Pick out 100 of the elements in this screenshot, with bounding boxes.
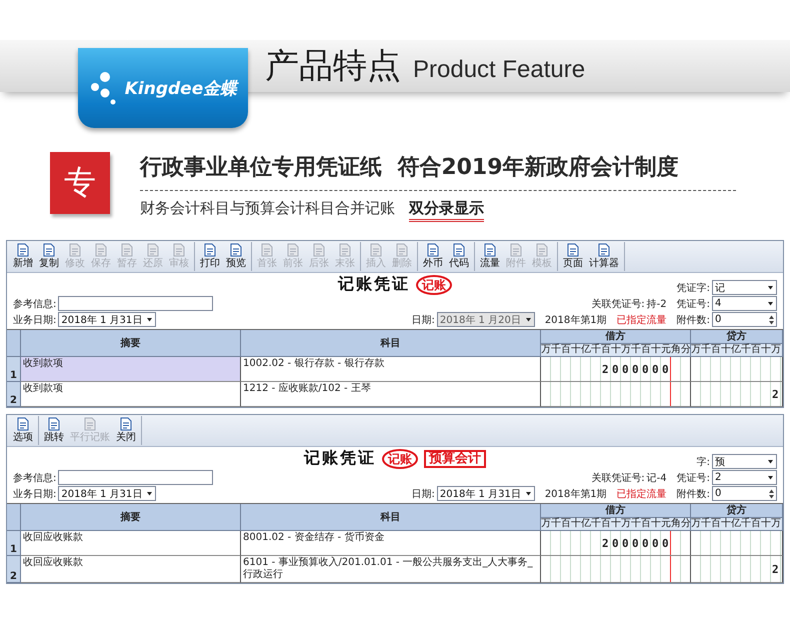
document-icon [339,243,351,257]
column-header: 万千百十亿千百十万千百十元角分 [541,344,691,357]
spin-field[interactable]: 0 [712,486,777,501]
amount-cell: 2 [691,556,783,583]
amount-cell: 2000000 [541,357,691,382]
period-label: 2018年第1期 [544,314,607,326]
document-icon [43,243,55,257]
highlight-text: 双分录显示 [409,199,484,222]
toolbar-button[interactable]: 新增 [10,242,36,271]
dropdown-field[interactable]: 2018年 1 月31日 [436,486,535,501]
dropdown-field[interactable]: 4 [712,296,777,311]
toolbar-button[interactable]: 复制 [36,242,62,271]
voucher-title: 记账凭证 [304,448,376,469]
field-label: 附件数: [676,488,710,500]
spin-field[interactable]: 0 [712,312,777,327]
toolbar-button[interactable]: 页面 [560,242,586,271]
toolbar-button[interactable]: 预览 [223,242,249,271]
logo-text: Kingdee金蝶 [124,78,238,100]
document-icon [95,243,107,257]
column-header: 科目 [241,330,541,357]
status-text: 已指定流量 [616,314,667,326]
spin-arrows-icon [768,488,775,500]
toolbar-button[interactable]: 代码 [446,242,472,271]
table-cell: 1212 - 应收账款/102 - 王琴 [241,382,541,407]
column-header: 摘要 [21,330,241,357]
column-header: 贷方 [691,330,783,344]
category-badge: 专 [50,152,110,214]
field-label: 凭证号: [676,298,710,310]
field-label: 附件数: [676,314,710,326]
toolbar-button[interactable]: 计算器 [586,242,622,271]
spin-arrows-icon [768,314,775,326]
status-text: 已指定流量 [616,488,667,500]
column-header: 万千百十亿千百十万千百十元角分 [541,518,691,531]
toolbar-button[interactable]: 流量 [477,242,503,271]
input-field[interactable] [58,470,214,485]
table-corner [7,504,21,531]
document-icon [453,243,465,257]
document-icon [173,243,185,257]
field-label: 日期: [412,314,435,326]
amount-cell: 2000000 [541,531,691,556]
document-icon [510,243,522,257]
dropdown-field[interactable]: 预 [712,454,777,469]
toolbar-button[interactable]: 关闭 [113,416,139,445]
column-header: 万千百十亿千百十万 [691,344,783,357]
dropdown-field[interactable]: 2018年 1 月31日 [58,486,156,501]
document-icon [84,417,96,431]
table-cell[interactable]: 收回应收账款 [21,556,241,583]
document-icon [17,243,29,257]
table-cell[interactable]: 收回应收账款 [21,531,241,556]
field-label: 关联凭证号: [591,472,645,484]
row-number: 2 [7,556,21,583]
field-label: 参考信息: [13,298,56,310]
amount-cell: 2 [691,382,783,407]
document-icon [536,243,548,257]
dropdown-field[interactable]: 2 [712,470,777,485]
dropdown-field[interactable]: 2018年 1 月31日 [58,312,156,327]
toolbar-button[interactable]: 外币 [420,242,446,271]
toolbar-button[interactable]: 跳转 [41,416,67,445]
dropdown-field[interactable]: 记 [712,280,777,295]
document-icon [598,243,610,257]
period-label: 2018年第1期 [544,488,607,500]
field-label: 参考信息: [13,472,56,484]
row-number: 2 [7,382,21,407]
section-subtitle: Product Feature [413,56,586,84]
document-icon [261,243,273,257]
column-header: 借方 [541,330,691,344]
caret-icon [145,489,154,498]
caret-icon [145,315,154,324]
toolbar-button[interactable]: 选项 [10,416,36,445]
toolbar-button[interactable]: 打印 [197,242,223,271]
stamp: 记账 [382,448,418,468]
column-header: 贷方 [691,504,783,518]
document-icon [427,243,439,257]
row-number: 1 [7,357,21,382]
stamp: 记账 [416,274,452,294]
voucher-title: 记账凭证 [338,274,410,295]
feature-heading: 行政事业单位专用凭证纸 符合2019年新政府会计制度 [140,152,736,191]
row-number: 1 [7,531,21,556]
section-title: 产品特点 [265,46,401,86]
document-icon [370,243,382,257]
column-header: 科目 [241,504,541,531]
field-label: 关联凭证号: [591,298,645,310]
document-icon [230,243,242,257]
caret-icon [524,489,533,498]
feature-description: 财务会计科目与预算会计科目合并记账 [140,199,395,218]
table-cell: 8001.02 - 资金结存 - 货币资金 [241,531,541,556]
table-cell[interactable]: 收到款项 [21,357,241,382]
field-label: 业务日期: [13,314,56,326]
document-icon [120,417,132,431]
field-value: 记-4 [646,472,667,484]
field-label: 凭证号: [676,472,710,484]
input-field[interactable] [58,296,214,311]
document-icon [48,417,60,431]
column-header: 借方 [541,504,691,518]
field-label: 业务日期: [13,488,56,500]
field-label: 日期: [412,488,435,500]
table-cell: 6101 - 事业预算收入/201.01.01 - 一般公共服务支出_人大事务_行政运行 [241,556,541,583]
table-cell[interactable]: 收到款项 [21,382,241,407]
document-icon [313,243,325,257]
document-icon [204,243,216,257]
